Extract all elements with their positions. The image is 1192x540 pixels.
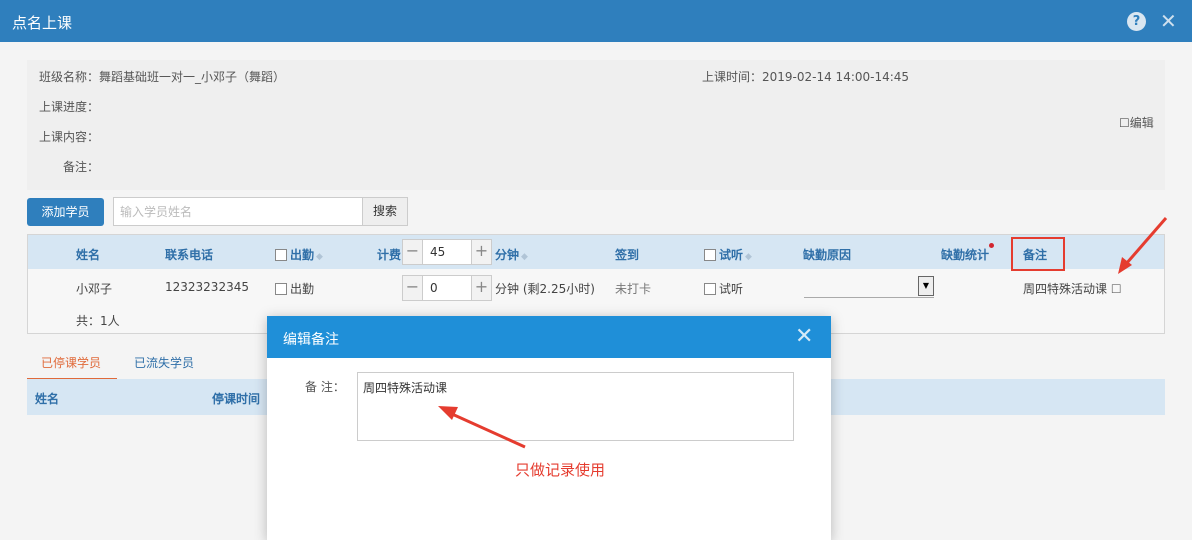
cell-attendance[interactable]: 出勤 bbox=[275, 280, 314, 297]
note-highlight-box bbox=[1011, 237, 1065, 271]
cell-name: 小邓子 bbox=[76, 282, 113, 296]
help-icon[interactable]: ? bbox=[1127, 12, 1146, 31]
edit-label: 编辑 bbox=[1129, 116, 1154, 130]
sort-icon[interactable]: ◆ bbox=[521, 252, 528, 262]
col-stop-time: 停课时间 bbox=[212, 392, 261, 406]
plus-icon[interactable]: + bbox=[471, 276, 491, 300]
search-input[interactable] bbox=[113, 197, 363, 226]
col-attendance[interactable]: 出勤 ◆ bbox=[275, 246, 323, 263]
header-charge-stepper[interactable]: − 45 + bbox=[402, 239, 492, 265]
class-info-panel: 班级名称：舞蹈基础班一对一_小邓子（舞蹈） 上课时间：2019-02-14 14… bbox=[27, 60, 1165, 190]
tab-lost-students[interactable]: 已流失学员 bbox=[134, 354, 194, 371]
edit-button[interactable]: ☐编辑 bbox=[1119, 114, 1154, 131]
col-name: 姓名 bbox=[35, 392, 60, 406]
col-trial-label: 试听 bbox=[719, 248, 744, 262]
charge-stepper[interactable]: − 0 + bbox=[402, 275, 492, 301]
content-label: 上课内容： bbox=[39, 130, 100, 144]
close-icon[interactable]: ✕ bbox=[795, 324, 813, 349]
col-minutes: 分钟 ◆ bbox=[495, 246, 528, 263]
cell-trial[interactable]: 试听 bbox=[704, 280, 743, 297]
header-charge-value[interactable]: 45 bbox=[430, 245, 445, 259]
plus-icon[interactable]: + bbox=[471, 240, 491, 264]
col-attendance-label: 出勤 bbox=[290, 248, 315, 262]
charge-value[interactable]: 0 bbox=[430, 281, 438, 295]
note-text: 周四特殊活动课 bbox=[1023, 282, 1108, 296]
add-student-button[interactable]: 添加学员 bbox=[27, 198, 104, 226]
close-icon[interactable]: ✕ bbox=[1160, 9, 1177, 33]
edit-note-dialog: 编辑备注 ✕ 备 注： 周四特殊活动课 bbox=[267, 316, 831, 540]
col-sign: 签到 bbox=[615, 248, 640, 262]
class-time: 上课时间：2019-02-14 14:00-14:45 bbox=[702, 70, 910, 84]
edit-icon: ☐ bbox=[1119, 116, 1130, 130]
note-field-label: 备 注： bbox=[305, 380, 345, 394]
trial-checkbox[interactable] bbox=[704, 283, 716, 295]
col-absence-stats: 缺勤统计 bbox=[941, 248, 990, 262]
cell-note: 周四特殊活动课 ☐ bbox=[1023, 280, 1122, 297]
info-dot-icon bbox=[989, 243, 994, 248]
col-trial[interactable]: 试听 ◆ bbox=[704, 246, 752, 263]
col-charge: 计费 bbox=[377, 248, 402, 262]
absence-reason-select[interactable]: ▼ bbox=[804, 276, 934, 298]
tab-stopped-students[interactable]: 已停课学员 bbox=[41, 354, 101, 371]
attendance-checkbox[interactable] bbox=[275, 283, 287, 295]
dialog-title: 编辑备注 bbox=[283, 332, 339, 348]
dialog-header: 编辑备注 ✕ bbox=[267, 316, 831, 358]
sort-icon[interactable]: ◆ bbox=[745, 252, 752, 262]
total-count: 共：1人 bbox=[76, 314, 120, 328]
col-absence-reason: 缺勤原因 bbox=[803, 248, 852, 262]
note-label: 备注： bbox=[63, 160, 100, 174]
col-name: 姓名 bbox=[76, 248, 101, 262]
edit-note-icon[interactable]: ☐ bbox=[1111, 282, 1122, 296]
attendance-all-checkbox[interactable] bbox=[275, 249, 287, 261]
class-name: 班级名称：舞蹈基础班一对一_小邓子（舞蹈） bbox=[39, 70, 286, 84]
trial-label: 试听 bbox=[719, 282, 744, 296]
minus-icon[interactable]: − bbox=[403, 276, 423, 300]
search-button[interactable]: 搜索 bbox=[362, 197, 408, 226]
minus-icon[interactable]: − bbox=[403, 240, 423, 264]
window-title: 点名上课 bbox=[12, 14, 73, 32]
col-phone: 联系电话 bbox=[165, 248, 214, 262]
col-minutes-label: 分钟 bbox=[495, 248, 520, 262]
window-titlebar: 点名上课 ? ✕ bbox=[0, 0, 1192, 42]
attendance-label: 出勤 bbox=[290, 282, 315, 296]
table-header: 姓名 联系电话 出勤 ◆ 计费 − 45 + 分钟 ◆ 签到 试听 ◆ 缺勤原因 缺勤… bbox=[28, 235, 1164, 271]
note-textarea[interactable]: 周四特殊活动课 bbox=[357, 372, 794, 441]
cell-minutes: 分钟 (剩2.25小时) bbox=[495, 282, 595, 296]
progress-label: 上课进度： bbox=[39, 100, 100, 114]
trial-all-checkbox[interactable] bbox=[704, 249, 716, 261]
cell-sign: 未打卡 bbox=[615, 282, 652, 296]
cell-phone: 12323232345 bbox=[165, 280, 249, 294]
chevron-down-icon[interactable]: ▼ bbox=[918, 276, 934, 296]
sort-icon[interactable]: ◆ bbox=[316, 252, 323, 262]
annotation-text: 只做记录使用 bbox=[515, 461, 606, 479]
